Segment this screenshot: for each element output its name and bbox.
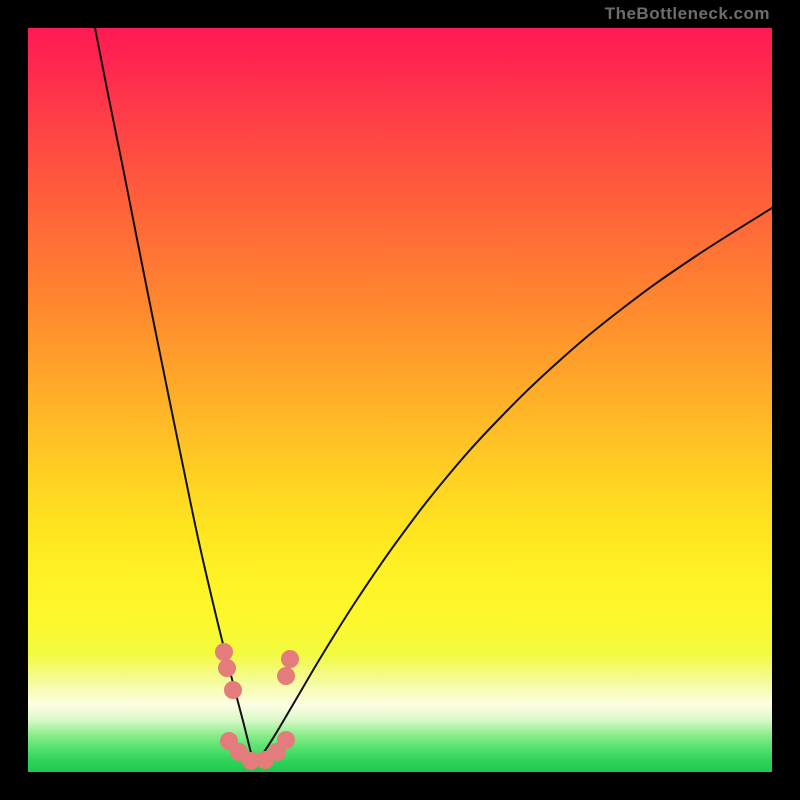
curve-layer (28, 28, 772, 772)
valley-marker (277, 667, 295, 685)
valley-marker (277, 731, 295, 749)
chart-frame: TheBottleneck.com (0, 0, 800, 800)
right-curve (254, 208, 772, 764)
valley-marker (281, 650, 299, 668)
plot-area (28, 28, 772, 772)
valley-marker (218, 659, 236, 677)
valley-marker (215, 643, 233, 661)
attribution-text: TheBottleneck.com (605, 4, 770, 24)
valley-marker (224, 681, 242, 699)
